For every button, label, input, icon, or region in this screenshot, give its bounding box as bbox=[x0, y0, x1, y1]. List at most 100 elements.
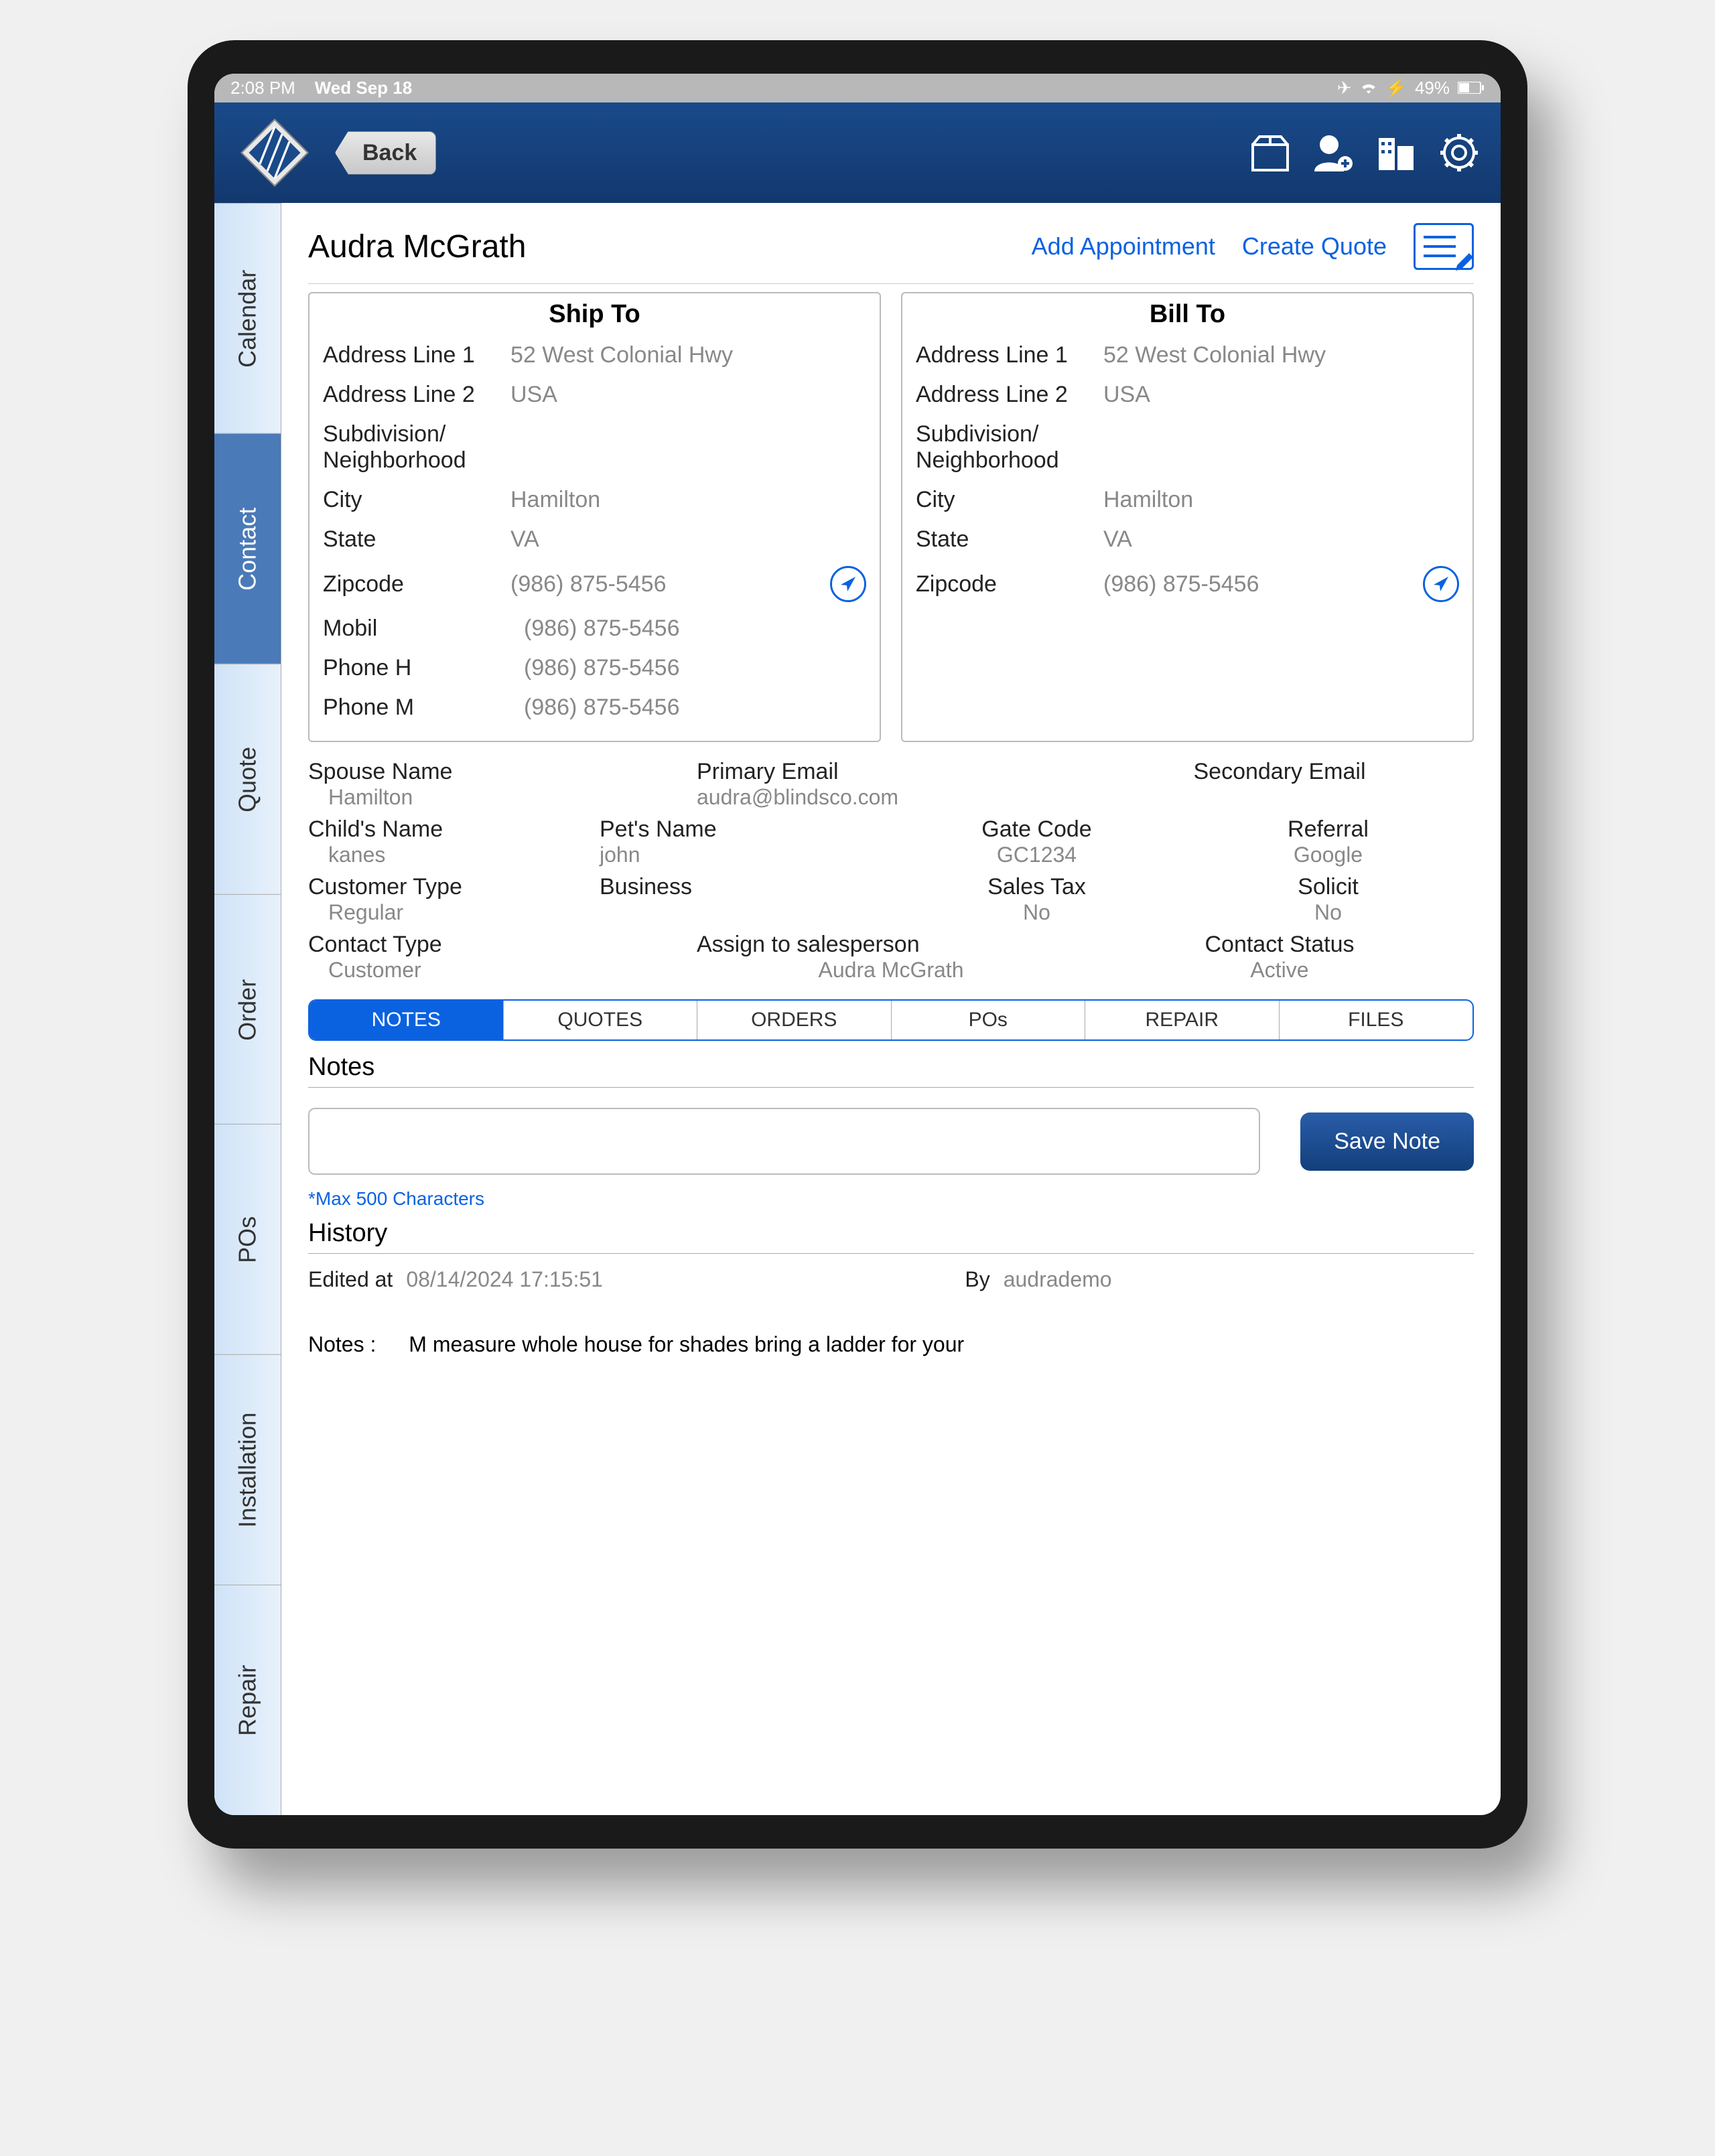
referral-label: Referral bbox=[1182, 816, 1474, 843]
ship-zip-value: (986) 875-5456 bbox=[510, 571, 830, 597]
notes-body-label: Notes : bbox=[308, 1332, 376, 1356]
bill-navigate-icon[interactable] bbox=[1423, 566, 1459, 602]
create-quote-link[interactable]: Create Quote bbox=[1242, 232, 1387, 261]
note-input[interactable] bbox=[308, 1108, 1260, 1175]
contactstatus-value: Active bbox=[1085, 958, 1474, 983]
ship-phoneh-label: Phone H bbox=[323, 655, 510, 681]
ship-city-value: Hamilton bbox=[510, 487, 866, 513]
main-content: Audra McGrath Add Appointment Create Quo… bbox=[281, 203, 1501, 1815]
bill-zip-label: Zipcode bbox=[916, 571, 1103, 597]
business-label: Business bbox=[600, 874, 891, 900]
custtype-label: Customer Type bbox=[308, 874, 600, 900]
status-time: 2:08 PM bbox=[230, 78, 295, 98]
bill-state-value: VA bbox=[1103, 526, 1459, 553]
bill-addr1-label: Address Line 1 bbox=[916, 342, 1103, 368]
contact-details: Spouse NameHamilton Primary Emailaudra@b… bbox=[308, 756, 1474, 986]
ship-addr1-label: Address Line 1 bbox=[323, 342, 510, 368]
assign-value: Audra McGrath bbox=[697, 958, 1085, 983]
app-logo bbox=[234, 113, 315, 193]
primary-email-label: Primary Email bbox=[697, 759, 1085, 785]
edit-form-icon[interactable] bbox=[1414, 223, 1474, 270]
subtab-repair[interactable]: REPAIR bbox=[1085, 1001, 1280, 1039]
ship-navigate-icon[interactable] bbox=[830, 566, 866, 602]
edited-by-label: By bbox=[965, 1267, 989, 1292]
notes-section: Notes Save Note *Max 500 Characters Hist… bbox=[308, 1048, 1474, 1384]
gate-value: GC1234 bbox=[891, 843, 1182, 867]
back-button[interactable]: Back bbox=[335, 131, 436, 175]
sidebar-item-calendar[interactable]: Calendar bbox=[214, 203, 281, 433]
bill-addr2-value: USA bbox=[1103, 382, 1459, 408]
contact-header: Audra McGrath Add Appointment Create Quo… bbox=[308, 216, 1474, 284]
gate-label: Gate Code bbox=[891, 816, 1182, 843]
history-note-body: Notes : M measure whole house for shades… bbox=[308, 1305, 1474, 1384]
solicit-value: No bbox=[1182, 900, 1474, 925]
ship-addr2-value: USA bbox=[510, 382, 866, 408]
ipad-device-frame: 2:08 PM Wed Sep 18 ✈ ⚡ 49% bbox=[188, 40, 1527, 1849]
salestax-label: Sales Tax bbox=[891, 874, 1182, 900]
wifi-icon bbox=[1360, 78, 1377, 98]
ship-sub-label: Subdivision/ Neighborhood bbox=[323, 421, 510, 474]
sidebar-item-order[interactable]: Order bbox=[214, 894, 281, 1125]
ship-addr2-label: Address Line 2 bbox=[323, 382, 510, 408]
sidebar-item-installation[interactable]: Installation bbox=[214, 1354, 281, 1585]
notes-max-hint: *Max 500 Characters bbox=[308, 1188, 1474, 1210]
ship-addr1-value: 52 West Colonial Hwy bbox=[510, 342, 866, 368]
ipad-screen: 2:08 PM Wed Sep 18 ✈ ⚡ 49% bbox=[214, 74, 1501, 1815]
child-value: kanes bbox=[308, 843, 600, 867]
archive-icon[interactable] bbox=[1249, 131, 1292, 174]
contacttype-value: Customer bbox=[308, 958, 697, 983]
gear-icon[interactable] bbox=[1438, 131, 1481, 174]
side-nav: Calendar Contact Quote Order POs Install… bbox=[214, 203, 281, 1815]
subtab-files[interactable]: FILES bbox=[1280, 1001, 1473, 1039]
edited-at-label: Edited at bbox=[308, 1267, 393, 1292]
spouse-label: Spouse Name bbox=[308, 759, 697, 785]
contacttype-label: Contact Type bbox=[308, 932, 697, 958]
save-note-button[interactable]: Save Note bbox=[1300, 1112, 1474, 1171]
child-label: Child's Name bbox=[308, 816, 600, 843]
bill-addr2-label: Address Line 2 bbox=[916, 382, 1103, 408]
bill-sub-label: Subdivision/ Neighborhood bbox=[916, 421, 1103, 474]
subtab-notes[interactable]: NOTES bbox=[310, 1001, 504, 1039]
status-date: Wed Sep 18 bbox=[315, 78, 412, 98]
ship-to-card: Ship To Address Line 152 West Colonial H… bbox=[308, 292, 881, 742]
referral-value: Google bbox=[1182, 843, 1474, 867]
bill-to-card: Bill To Address Line 152 West Colonial H… bbox=[901, 292, 1474, 742]
history-meta: Edited at 08/14/2024 17:15:51 By audrade… bbox=[308, 1254, 1474, 1305]
battery-charge-icon: ⚡ bbox=[1385, 78, 1407, 98]
subtab-orders[interactable]: ORDERS bbox=[697, 1001, 892, 1039]
app-top-bar: Back bbox=[214, 102, 1501, 203]
bill-city-label: City bbox=[916, 487, 1103, 513]
ship-phonem-label: Phone M bbox=[323, 695, 510, 721]
ship-mobil-value: (986) 875-5456 bbox=[510, 616, 866, 642]
secondary-email-label: Secondary Email bbox=[1085, 759, 1474, 785]
custtype-value: Regular bbox=[308, 900, 600, 925]
bill-to-title: Bill To bbox=[916, 300, 1459, 329]
add-appointment-link[interactable]: Add Appointment bbox=[1032, 232, 1215, 261]
ship-zip-label: Zipcode bbox=[323, 571, 510, 597]
customer-name: Audra McGrath bbox=[308, 228, 526, 265]
spouse-value: Hamilton bbox=[308, 785, 697, 810]
edited-at-value: 08/14/2024 17:15:51 bbox=[406, 1267, 603, 1292]
status-bar: 2:08 PM Wed Sep 18 ✈ ⚡ 49% bbox=[214, 74, 1501, 102]
notes-body-text: M measure whole house for shades bring a… bbox=[409, 1332, 964, 1356]
assign-label: Assign to salesperson bbox=[697, 932, 1085, 958]
primary-email-value: audra@blindsco.com bbox=[697, 785, 1085, 810]
subtab-pos[interactable]: POs bbox=[892, 1001, 1086, 1039]
buildings-icon[interactable] bbox=[1375, 131, 1418, 174]
sidebar-item-pos[interactable]: POs bbox=[214, 1124, 281, 1354]
edited-by-value: audrademo bbox=[1004, 1267, 1112, 1292]
contact-sub-tabs: NOTES QUOTES ORDERS POs REPAIR FILES bbox=[308, 999, 1474, 1041]
add-user-icon[interactable] bbox=[1312, 131, 1355, 174]
sidebar-item-quote[interactable]: Quote bbox=[214, 664, 281, 894]
airplane-icon: ✈ bbox=[1337, 78, 1352, 98]
ship-city-label: City bbox=[323, 487, 510, 513]
ship-phonem-value: (986) 875-5456 bbox=[510, 695, 866, 721]
sidebar-item-repair[interactable]: Repair bbox=[214, 1585, 281, 1815]
ship-phoneh-value: (986) 875-5456 bbox=[510, 655, 866, 681]
solicit-label: Solicit bbox=[1182, 874, 1474, 900]
bill-state-label: State bbox=[916, 526, 1103, 553]
subtab-quotes[interactable]: QUOTES bbox=[504, 1001, 698, 1039]
status-right: ✈ ⚡ 49% bbox=[1337, 78, 1485, 98]
sidebar-item-contact[interactable]: Contact bbox=[214, 433, 281, 664]
bill-zip-value: (986) 875-5456 bbox=[1103, 571, 1423, 597]
